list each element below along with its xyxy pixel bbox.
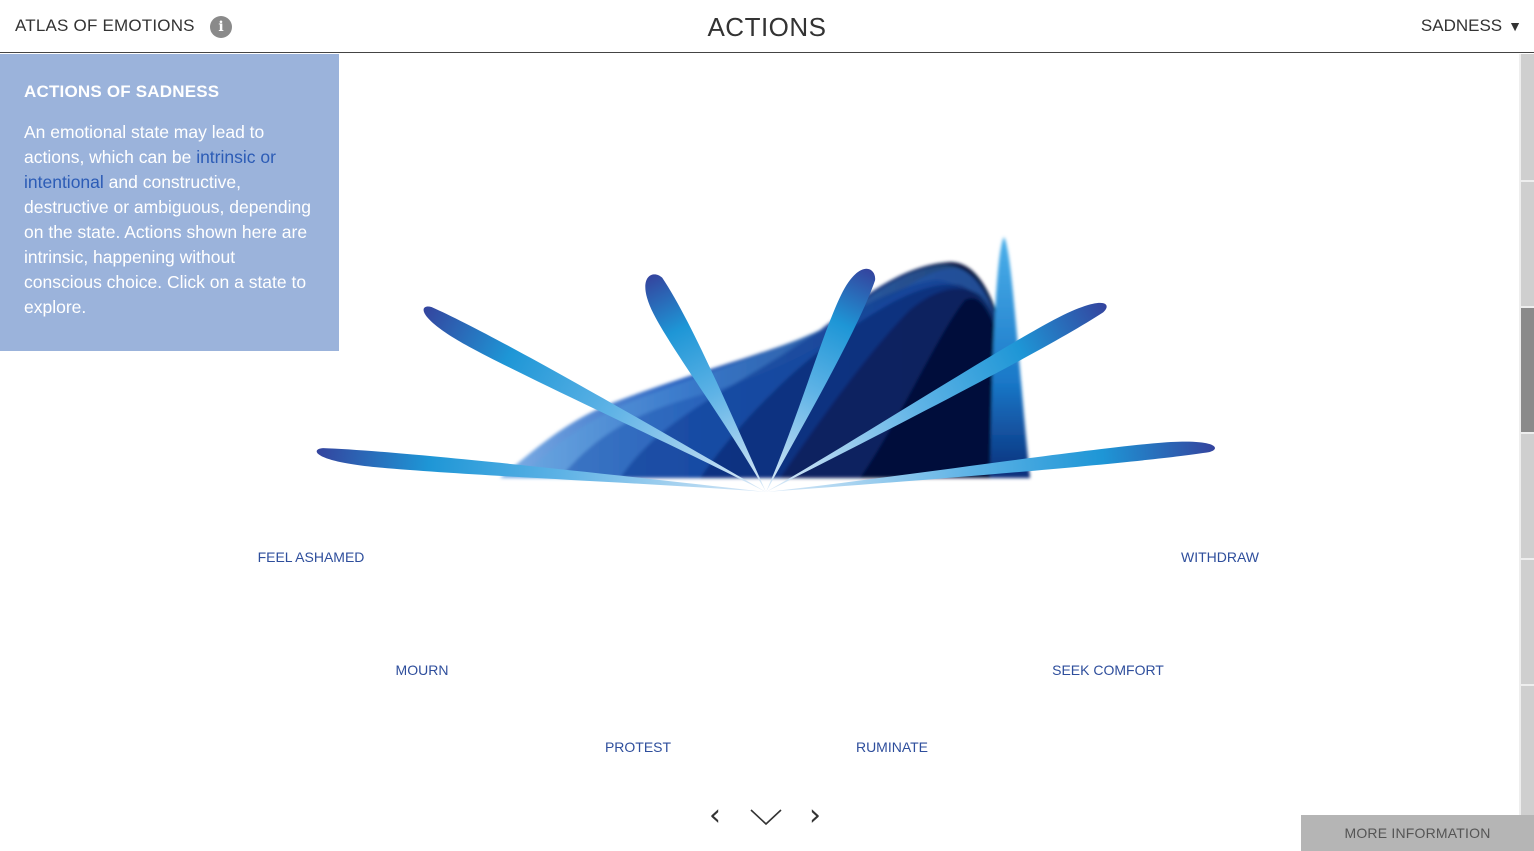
action-label-seek-comfort[interactable]: SEEK COMFORT [1052, 662, 1164, 678]
action-label-mourn[interactable]: MOURN [396, 662, 449, 678]
chevron-down-shape [750, 809, 782, 826]
action-labels: FEEL ASHAMED MOURN PROTEST RUMINATE SEEK… [258, 549, 1260, 755]
chevron-down-icon[interactable] [749, 808, 783, 830]
section-scroll-segment[interactable] [1521, 54, 1534, 180]
action-density-mound [500, 237, 1030, 478]
action-label-feel-ashamed[interactable]: FEEL ASHAMED [258, 549, 365, 565]
action-label-ruminate[interactable]: RUMINATE [856, 739, 928, 755]
section-scroll-segment[interactable] [1521, 182, 1534, 306]
action-label-withdraw[interactable]: WITHDRAW [1181, 549, 1260, 565]
actions-visualization: FEEL ASHAMED MOURN PROTEST RUMINATE SEEK… [258, 237, 1260, 755]
section-scroll-segment-active[interactable] [1521, 308, 1534, 432]
chevron-left-icon[interactable]: ‹ [709, 798, 721, 833]
chevron-right-icon[interactable]: › [809, 798, 821, 833]
section-scroll-segment[interactable] [1521, 434, 1534, 558]
action-label-protest[interactable]: PROTEST [605, 739, 672, 755]
section-scroll-segment[interactable] [1521, 560, 1534, 684]
more-information-button[interactable]: MORE INFORMATION [1301, 815, 1534, 851]
